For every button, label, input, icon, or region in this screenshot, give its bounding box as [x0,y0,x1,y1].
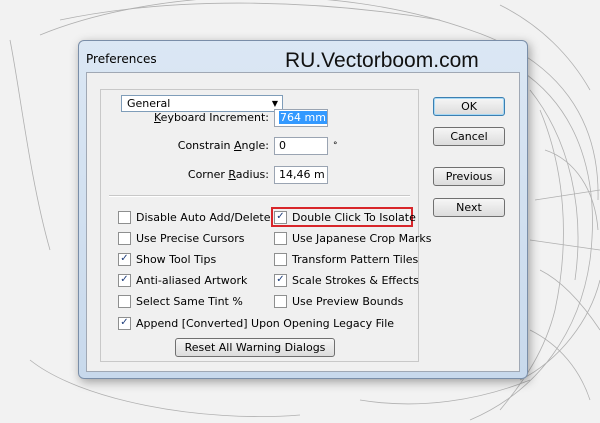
keyboard-increment-input[interactable]: 764 mm [274,109,328,127]
checkbox-use-preview-bounds[interactable]: Use Preview Bounds [274,294,403,309]
checkbox-checked-icon[interactable]: ✓ [274,210,287,224]
dialog-title: Preferences [86,52,157,66]
checkbox-use-japanese-crop-marks[interactable]: Use Japanese Crop Marks [274,231,432,246]
checkbox-box[interactable] [274,294,287,308]
corner-radius-input[interactable]: 14,46 m [274,166,328,184]
reset-warning-dialogs-button[interactable]: Reset All Warning Dialogs [175,338,335,357]
degree-symbol: ° [333,141,338,151]
checkbox-box[interactable] [118,210,131,224]
checkbox-checked-icon[interactable]: ✓ [274,273,287,287]
category-select[interactable]: General ▼ [121,95,283,112]
checkbox-box[interactable] [118,231,131,245]
general-group-box: General ▼ Keyboard Increment: 764 mm Con… [100,89,432,362]
checkbox-disable-auto-add-delete[interactable]: Disable Auto Add/Delete [118,210,270,225]
checkbox-use-precise-cursors[interactable]: Use Precise Cursors [118,231,245,246]
category-select-value: General [127,97,171,110]
ok-button[interactable]: OK [433,97,505,116]
next-button[interactable]: Next [433,198,505,217]
dialog-client-area: General ▼ Keyboard Increment: 764 mm Con… [86,72,520,372]
checkbox-scale-strokes-effects[interactable]: ✓ Scale Strokes & Effects [274,273,419,288]
checkbox-checked-icon[interactable]: ✓ [118,273,131,287]
checkbox-append-converted[interactable]: ✓ Append [Converted] Upon Opening Legacy … [118,316,394,331]
constrain-angle-input[interactable]: 0 [274,137,328,155]
previous-button[interactable]: Previous [433,167,505,186]
constrain-angle-label: Constrain Angle: [177,139,269,152]
preferences-dialog: Preferences RU.Vectorboom.com General ▼ … [78,40,528,379]
checkbox-transform-pattern-tiles[interactable]: Transform Pattern Tiles [274,252,418,267]
group-separator [109,195,410,197]
checkbox-checked-icon[interactable]: ✓ [118,316,131,330]
checkbox-anti-aliased-artwork[interactable]: ✓ Anti-aliased Artwork [118,273,247,288]
cancel-button[interactable]: Cancel [433,127,505,146]
checkbox-checked-icon[interactable]: ✓ [118,252,131,266]
checkbox-box[interactable] [274,231,287,245]
checkbox-double-click-to-isolate[interactable]: ✓ Double Click To Isolate [274,210,416,225]
checkbox-select-same-tint[interactable]: Select Same Tint % [118,294,243,309]
checkbox-box[interactable] [118,294,131,308]
checkbox-box[interactable] [274,252,287,266]
watermark-text: RU.Vectorboom.com [285,49,479,72]
checkbox-show-tool-tips[interactable]: ✓ Show Tool Tips [118,252,216,267]
corner-radius-label: Corner Radius: [187,168,269,181]
keyboard-increment-label: Keyboard Increment: [154,111,269,124]
